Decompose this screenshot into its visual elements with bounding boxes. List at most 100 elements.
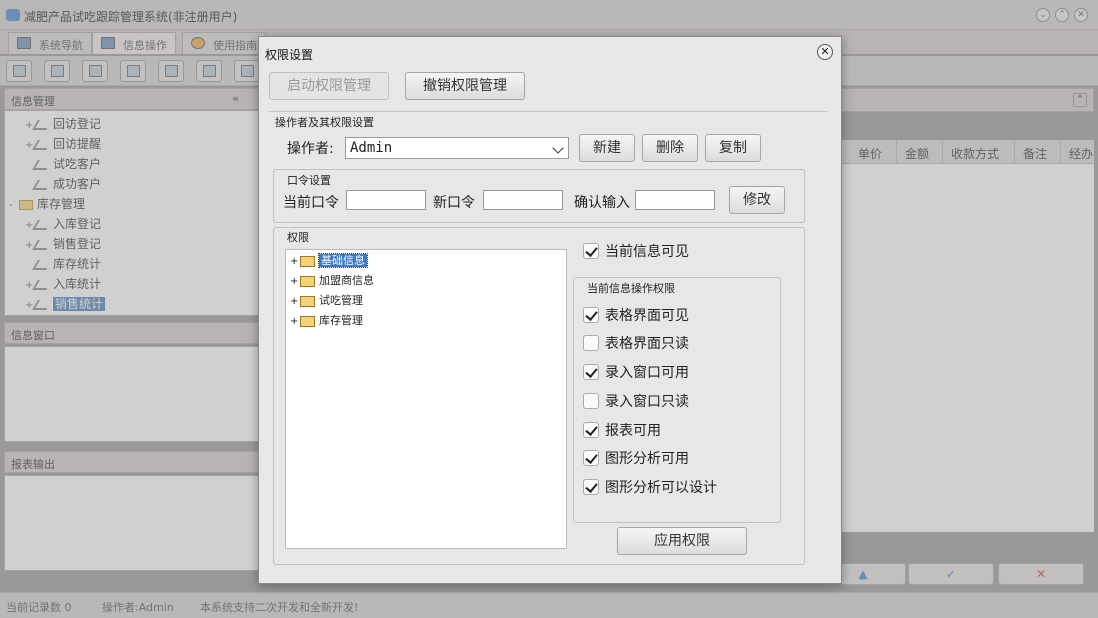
users-icon [127,65,140,77]
tree-node-selected[interactable]: + 销售统计 [25,295,106,312]
tools-icon [32,219,52,230]
tree-node[interactable]: + 回访登记 [25,115,101,132]
tools-icon [32,279,52,290]
operator-select[interactable]: Admin [345,137,569,159]
info-window-body [4,346,264,442]
cancel-button[interactable]: ✕ [998,563,1084,585]
window-button[interactable] [158,60,184,82]
checkbox-unchecked [583,393,599,409]
tab-guide[interactable]: 使用指南 [182,32,266,54]
tree-node[interactable]: + 入库登记 [25,215,101,232]
document-button[interactable] [82,60,108,82]
collapse-icon[interactable]: « [232,92,239,105]
checkbox-checked [583,422,599,438]
checkbox-checked [583,243,599,259]
column-divider [896,140,897,164]
info-visible-checkbox[interactable]: 当前信息可见 [583,241,689,261]
column-header-payment[interactable]: 收款方式 [951,145,999,162]
confirm-password-input[interactable] [635,190,715,210]
op-checkbox-report-enabled[interactable]: 报表可用 [583,420,661,440]
op-checkbox-entry-enabled[interactable]: 录入窗口可用 [583,362,689,382]
tools-icon [32,299,52,310]
column-header-amount[interactable]: 金额 [905,145,929,162]
record-count: 当前记录数 0 [6,601,72,614]
operator-group-label: 操作者及其权限设置 [275,116,374,129]
op-checkbox-grid-readonly[interactable]: 表格界面只读 [583,333,689,353]
operator-status: 操作者:Admin [102,601,174,614]
tree-node[interactable]: 试吃客户 [25,155,101,172]
tools-icon [32,139,52,150]
info-management-header: 信息管理 « [4,88,264,110]
tools-icon [32,159,52,170]
perm-node[interactable]: + 加盟商信息 [290,272,374,288]
enable-permission-button[interactable]: 启动权限管理 [269,72,389,100]
permission-group-label: 权限 [285,229,311,245]
collapse-up-icon[interactable]: ⌃ [1073,93,1087,107]
window-icon [165,65,178,77]
operator-label: 操作者: [287,141,334,157]
print-icon [241,65,254,77]
current-password-input[interactable] [346,190,426,210]
search-button[interactable] [6,60,32,82]
grid-icon [101,37,115,49]
permission-tree[interactable]: + 基础信息 + 加盟商信息 + 试吃管理 + 库存管理 [285,249,567,549]
perm-node[interactable]: + 试吃管理 [290,292,363,308]
export-icon [203,65,216,77]
column-header-handler[interactable]: 经办 [1069,145,1093,162]
checkbox-checked [583,307,599,323]
print-button[interactable] [234,60,260,82]
column-divider [1014,140,1015,164]
folder-icon [300,295,315,307]
app-title: 减肥产品试吃跟踪管理系统(非注册用户) [24,10,238,24]
dialog-close-button[interactable]: ✕ [817,44,833,60]
close-icon[interactable]: ✕ [1074,8,1088,22]
compass-icon [191,37,205,49]
monitor-icon [17,37,31,49]
op-checkbox-chart-design[interactable]: 图形分析可以设计 [583,477,717,497]
op-checkbox-entry-readonly[interactable]: 录入窗口只读 [583,391,689,411]
view-icon [51,65,64,77]
modify-password-button[interactable]: 修改 [729,186,785,214]
perm-node[interactable]: + 库存管理 [290,312,363,328]
perm-node-selected[interactable]: + 基础信息 [290,252,368,268]
tree-node[interactable]: 成功客户 [25,175,101,192]
tree-node[interactable]: + 入库统计 [25,275,101,292]
app-logo-icon [6,9,20,21]
revoke-permission-button[interactable]: 撤销权限管理 [405,72,525,100]
checkbox-checked [583,479,599,495]
column-divider [942,140,943,164]
new-password-input[interactable] [483,190,563,210]
report-output-header: 报表输出 [4,451,264,473]
tree-node[interactable]: 库存统计 [25,255,101,272]
restore-icon[interactable]: ⌄ [1036,8,1050,22]
current-password-label: 当前口令 [283,195,339,211]
delete-operator-button[interactable]: 删除 [642,134,698,162]
column-header-notes[interactable]: 备注 [1023,145,1047,162]
folder-icon [19,199,33,210]
ops-group-label: 当前信息操作权限 [585,280,677,296]
tree-node[interactable]: + 销售登记 [25,235,101,252]
op-checkbox-chart-enabled[interactable]: 图形分析可用 [583,448,689,468]
column-header-price[interactable]: 单价 [858,145,882,162]
column-divider [1060,140,1061,164]
tools-icon [32,119,52,130]
users-button[interactable] [120,60,146,82]
tab-info-ops[interactable]: 信息操作 [92,32,176,54]
tab-system-nav[interactable]: 系统导航 [8,32,92,54]
export-button[interactable] [196,60,222,82]
folder-icon [300,275,315,287]
tree-node[interactable]: - 库存管理 [9,195,85,212]
op-checkbox-grid-visible[interactable]: 表格界面可见 [583,305,689,325]
apply-permission-button[interactable]: 应用权限 [617,527,747,555]
checkbox-checked [583,364,599,380]
info-window-header: 信息窗口 [4,322,264,344]
view-button[interactable] [44,60,70,82]
status-bar: 当前记录数 0 操作者:Admin 本系统支持二次开发和全新开发! [0,592,1098,618]
confirm-button[interactable]: ✓ [908,563,994,585]
confirm-password-label: 确认输入 [574,195,630,211]
maximize-icon[interactable]: ⌃ [1055,8,1069,22]
new-operator-button[interactable]: 新建 [579,134,635,162]
copy-operator-button[interactable]: 复制 [705,134,761,162]
new-password-label: 新口令 [433,195,475,211]
tree-node[interactable]: + 回访提醒 [25,135,101,152]
